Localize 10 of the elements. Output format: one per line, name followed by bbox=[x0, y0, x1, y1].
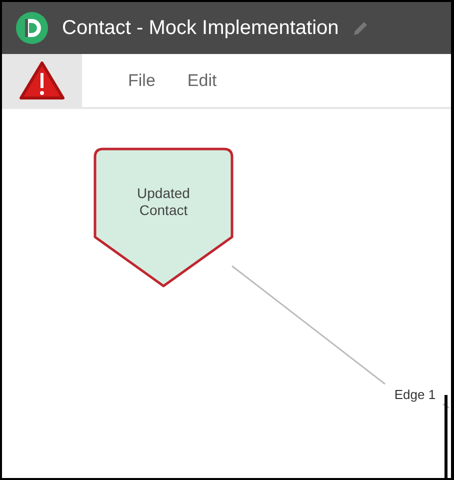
logo-icon bbox=[16, 12, 48, 44]
node-shape[interactable] bbox=[94, 148, 234, 288]
window-title: Contact - Mock Implementation bbox=[62, 16, 339, 40]
menu-item[interactable]: Edit bbox=[171, 66, 233, 94]
warning-icon[interactable] bbox=[19, 60, 65, 100]
pencil-icon[interactable] bbox=[352, 20, 369, 36]
menu-item[interactable]: File bbox=[112, 66, 172, 94]
node-label: Updated Contact bbox=[136, 185, 191, 219]
edge-label: Edge 1 bbox=[394, 387, 436, 402]
node-outline[interactable] bbox=[444, 395, 448, 480]
